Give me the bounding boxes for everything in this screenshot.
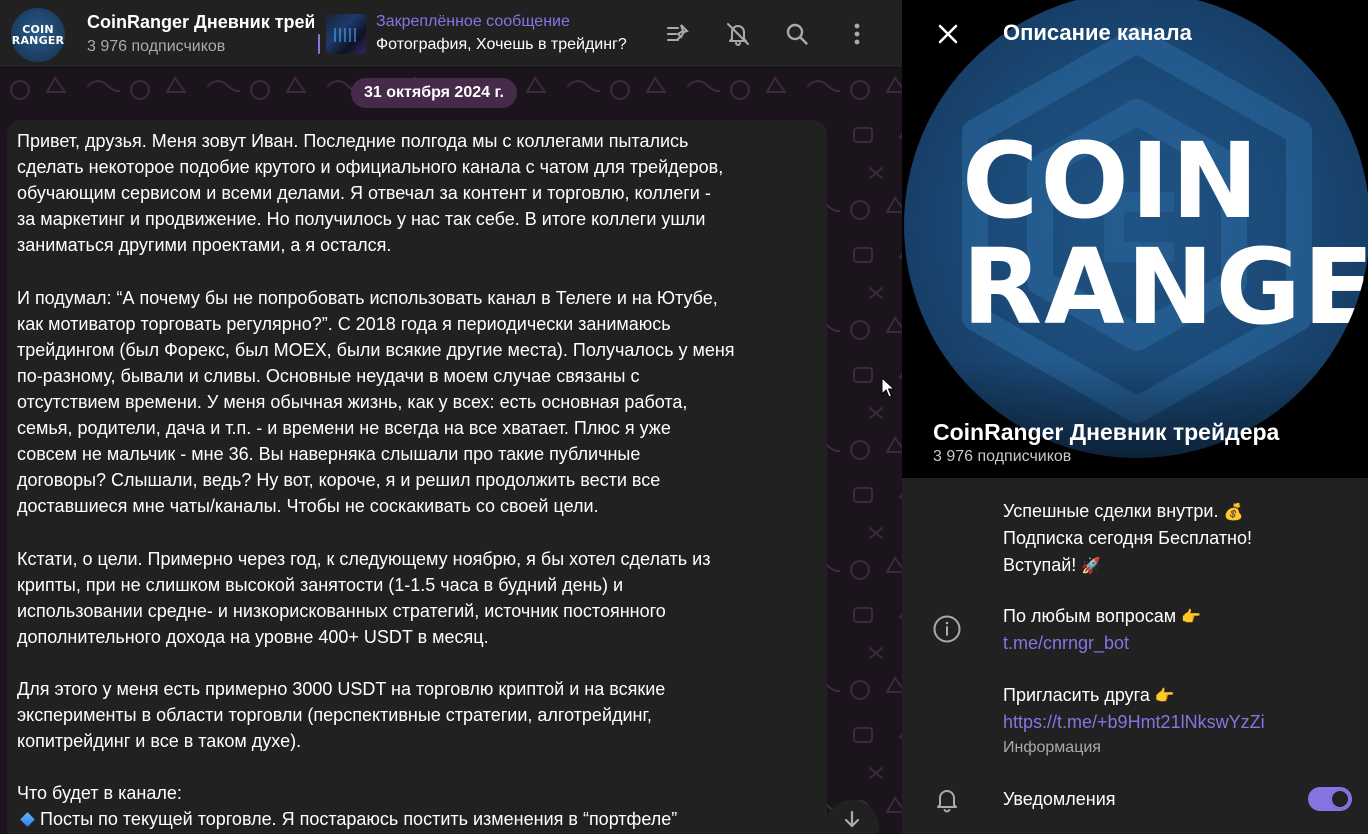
search-icon xyxy=(786,23,808,45)
mute-button[interactable] xyxy=(718,14,758,54)
close-panel-button[interactable] xyxy=(928,14,968,54)
description-line: Вступай! xyxy=(1003,554,1077,575)
pinned-list-icon xyxy=(667,24,689,41)
pinned-preview-text: Фотография, Хочешь в трейдинг? xyxy=(376,36,627,53)
pinned-indicator-bar xyxy=(318,34,320,54)
message-paragraph: Для этого у меня есть примерно 3000 USDT… xyxy=(17,678,666,752)
chevron-down-icon xyxy=(844,810,860,828)
cover-logo-text: COIN RANGER xyxy=(962,128,1368,340)
channel-avatar[interactable]: COIN RANGER xyxy=(11,8,65,62)
channel-subscribers: 3 976 подписчиков xyxy=(933,448,1072,465)
search-button[interactable] xyxy=(777,14,817,54)
rocket-emoji: 🚀 xyxy=(1081,555,1102,575)
cover-text-line2: RANGER xyxy=(962,226,1368,348)
bullet-text: Посты по текущей торговле. Я постараюсь … xyxy=(40,809,678,830)
chat-header: COIN RANGER CoinRanger Дневник трейдера … xyxy=(0,0,902,68)
message-paragraph: Что будет в канале: xyxy=(17,783,182,804)
pinned-message[interactable]: Закреплённое сообщение Фотография, Хочеш… xyxy=(316,12,636,58)
message-spacer: ​ xyxy=(17,258,818,284)
notifications-label: Уведомления xyxy=(1003,789,1116,809)
channel-title[interactable]: CoinRanger Дневник трейдера xyxy=(87,12,314,33)
blue-diamond-icon xyxy=(20,812,35,828)
message-bubble[interactable]: Привет, друзья. Меня зовут Иван. Последн… xyxy=(7,120,827,834)
info-label: Информация xyxy=(1003,739,1101,756)
pointing-right-emoji: 👉 xyxy=(1154,686,1175,705)
message-bullet: Посты по текущей торговле. Я постараюсь … xyxy=(17,806,818,832)
mouse-cursor-icon xyxy=(881,377,895,398)
message-spacer: ​ xyxy=(17,754,818,780)
subscriber-count: 3 976 подписчиков xyxy=(87,38,226,55)
bell-off-icon xyxy=(727,23,749,46)
question-text: По любым вопросам xyxy=(1003,606,1177,626)
more-vertical-icon xyxy=(854,23,860,45)
date-separator: 31 октября 2024 г. xyxy=(351,78,517,108)
contact-block: По любым вопросам 👉 t.me/cnrngr_bot xyxy=(1003,603,1201,657)
description-line: Подписка сегодня Бесплатно! xyxy=(1003,528,1253,549)
money-bag-emoji: 💰 xyxy=(1223,502,1244,521)
channel-description: Успешные сделки внутри. 💰 Подписка сегод… xyxy=(1003,498,1252,579)
invite-block: Пригласить друга 👉 https://t.me/+b9Hmt21… xyxy=(1003,682,1265,736)
notifications-toggle[interactable] xyxy=(1308,787,1352,811)
info-icon xyxy=(932,614,962,644)
invite-link[interactable]: https://t.me/+b9Hmt21lNkswYzZi xyxy=(1003,709,1265,735)
message-spacer: ​ xyxy=(17,519,818,545)
message-paragraph: Привет, друзья. Меня зовут Иван. Последн… xyxy=(17,131,724,256)
message-spacer: ​ xyxy=(17,650,818,676)
pointing-right-emoji: 👉 xyxy=(1181,607,1202,626)
panel-title: Описание канала xyxy=(1003,20,1192,45)
channel-cover-photo[interactable]: COIN RANGER xyxy=(902,0,1368,478)
message-paragraph: И подумал: “А почему бы не попробовать и… xyxy=(17,287,735,517)
close-icon xyxy=(938,24,958,44)
pinned-thumbnail xyxy=(326,14,366,54)
message-paragraph: Кстати, о цели. Примерно через год, к сл… xyxy=(17,548,711,647)
more-button[interactable] xyxy=(837,14,877,54)
channel-name: CoinRanger Дневник трейдера xyxy=(933,419,1280,445)
chat-area: COIN RANGER CoinRanger Дневник трейдера … xyxy=(0,0,902,834)
avatar-text-line2: RANGER xyxy=(11,34,65,47)
invite-text: Пригласить друга xyxy=(1003,685,1150,705)
channel-info-panel: COIN RANGER Описание канала CoinRanger Д… xyxy=(902,0,1368,834)
pinned-label: Закреплённое сообщение xyxy=(376,13,570,30)
description-line: Успешные сделки внутри. xyxy=(1003,501,1219,521)
pinned-list-button[interactable] xyxy=(658,14,698,54)
bell-icon xyxy=(932,784,962,814)
bot-link[interactable]: t.me/cnrngr_bot xyxy=(1003,630,1201,656)
cover-text-line1: COIN xyxy=(962,120,1261,242)
